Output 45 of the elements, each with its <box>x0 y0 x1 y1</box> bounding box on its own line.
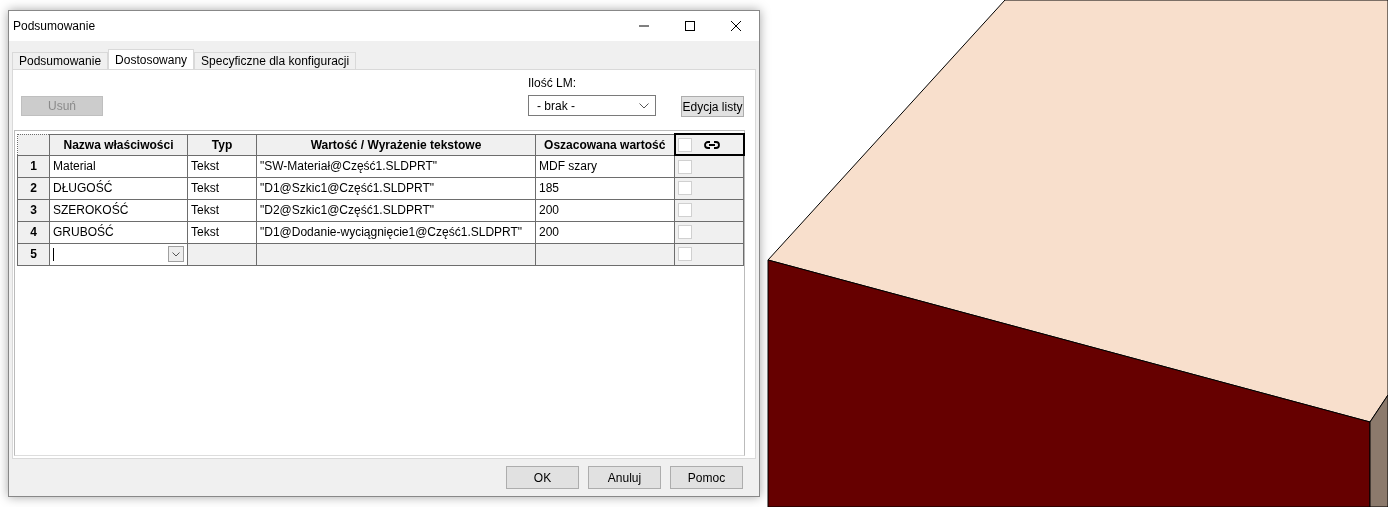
chevron-down-icon <box>639 102 649 109</box>
checkbox[interactable] <box>678 225 692 240</box>
checkbox[interactable] <box>678 247 692 262</box>
tab[interactable]: Podsumowanie <box>12 52 109 69</box>
checkbox[interactable] <box>677 137 692 152</box>
column-header: Typ <box>187 134 257 155</box>
dialog-button[interactable]: OK <box>506 466 579 489</box>
checkbox[interactable] <box>678 181 692 196</box>
quantity-label: Ilość LM: <box>528 76 577 90</box>
row-number: 4 <box>17 221 50 243</box>
close-icon <box>731 21 741 31</box>
table-cell: 185 <box>535 177 675 199</box>
column-header: Wartość / Wyrażenie tekstowe <box>256 134 536 155</box>
table-cell: 200 <box>535 199 675 221</box>
chevron-down-icon <box>172 251 180 257</box>
table-cell: "D1@Szkic1@Część1.SLDPRT" <box>256 177 536 199</box>
row-number: 1 <box>17 155 50 177</box>
window-title: Podsumowanie <box>13 19 96 33</box>
table-cell: "D2@Szkic1@Część1.SLDPRT" <box>256 199 536 221</box>
tab[interactable]: Dostosowany <box>108 49 195 69</box>
checkbox[interactable] <box>678 203 692 218</box>
dialog-button[interactable]: Pomoc <box>670 466 743 489</box>
row-number: 5 <box>17 243 50 265</box>
table-cell: SZEROKOŚĆ <box>49 199 188 221</box>
table-cell: 200 <box>535 221 675 243</box>
edit-list-button[interactable]: Edycja listy <box>681 96 744 117</box>
table-cell: MDF szary <box>535 155 675 177</box>
row-number: 3 <box>17 199 50 221</box>
link-icon <box>702 139 721 150</box>
table-cell: GRUBOŚĆ <box>49 221 188 243</box>
name-input-field[interactable] <box>53 244 184 264</box>
column-header: Oszacowana wartość <box>535 134 675 155</box>
checkbox[interactable] <box>678 159 692 174</box>
corner-cell <box>17 134 50 155</box>
tab[interactable]: Specyficzne dla konfiguracji <box>194 52 357 69</box>
table-cell: DŁUGOŚĆ <box>49 177 188 199</box>
maximize-icon <box>685 21 695 31</box>
dialog-button[interactable]: Anuluj <box>588 466 661 489</box>
dropdown-button[interactable] <box>168 246 184 262</box>
table-cell: "SW-Materiał@Część1.SLDPRT" <box>256 155 536 177</box>
table-cell: Material <box>49 155 188 177</box>
quantity-dropdown[interactable]: - brak - <box>528 95 656 116</box>
column-header: Nazwa właściwości <box>49 134 188 155</box>
table-cell: "D1@Dodanie-wyciągnięcie1@Część1.SLDPRT" <box>256 221 536 243</box>
row-number: 2 <box>17 177 50 199</box>
